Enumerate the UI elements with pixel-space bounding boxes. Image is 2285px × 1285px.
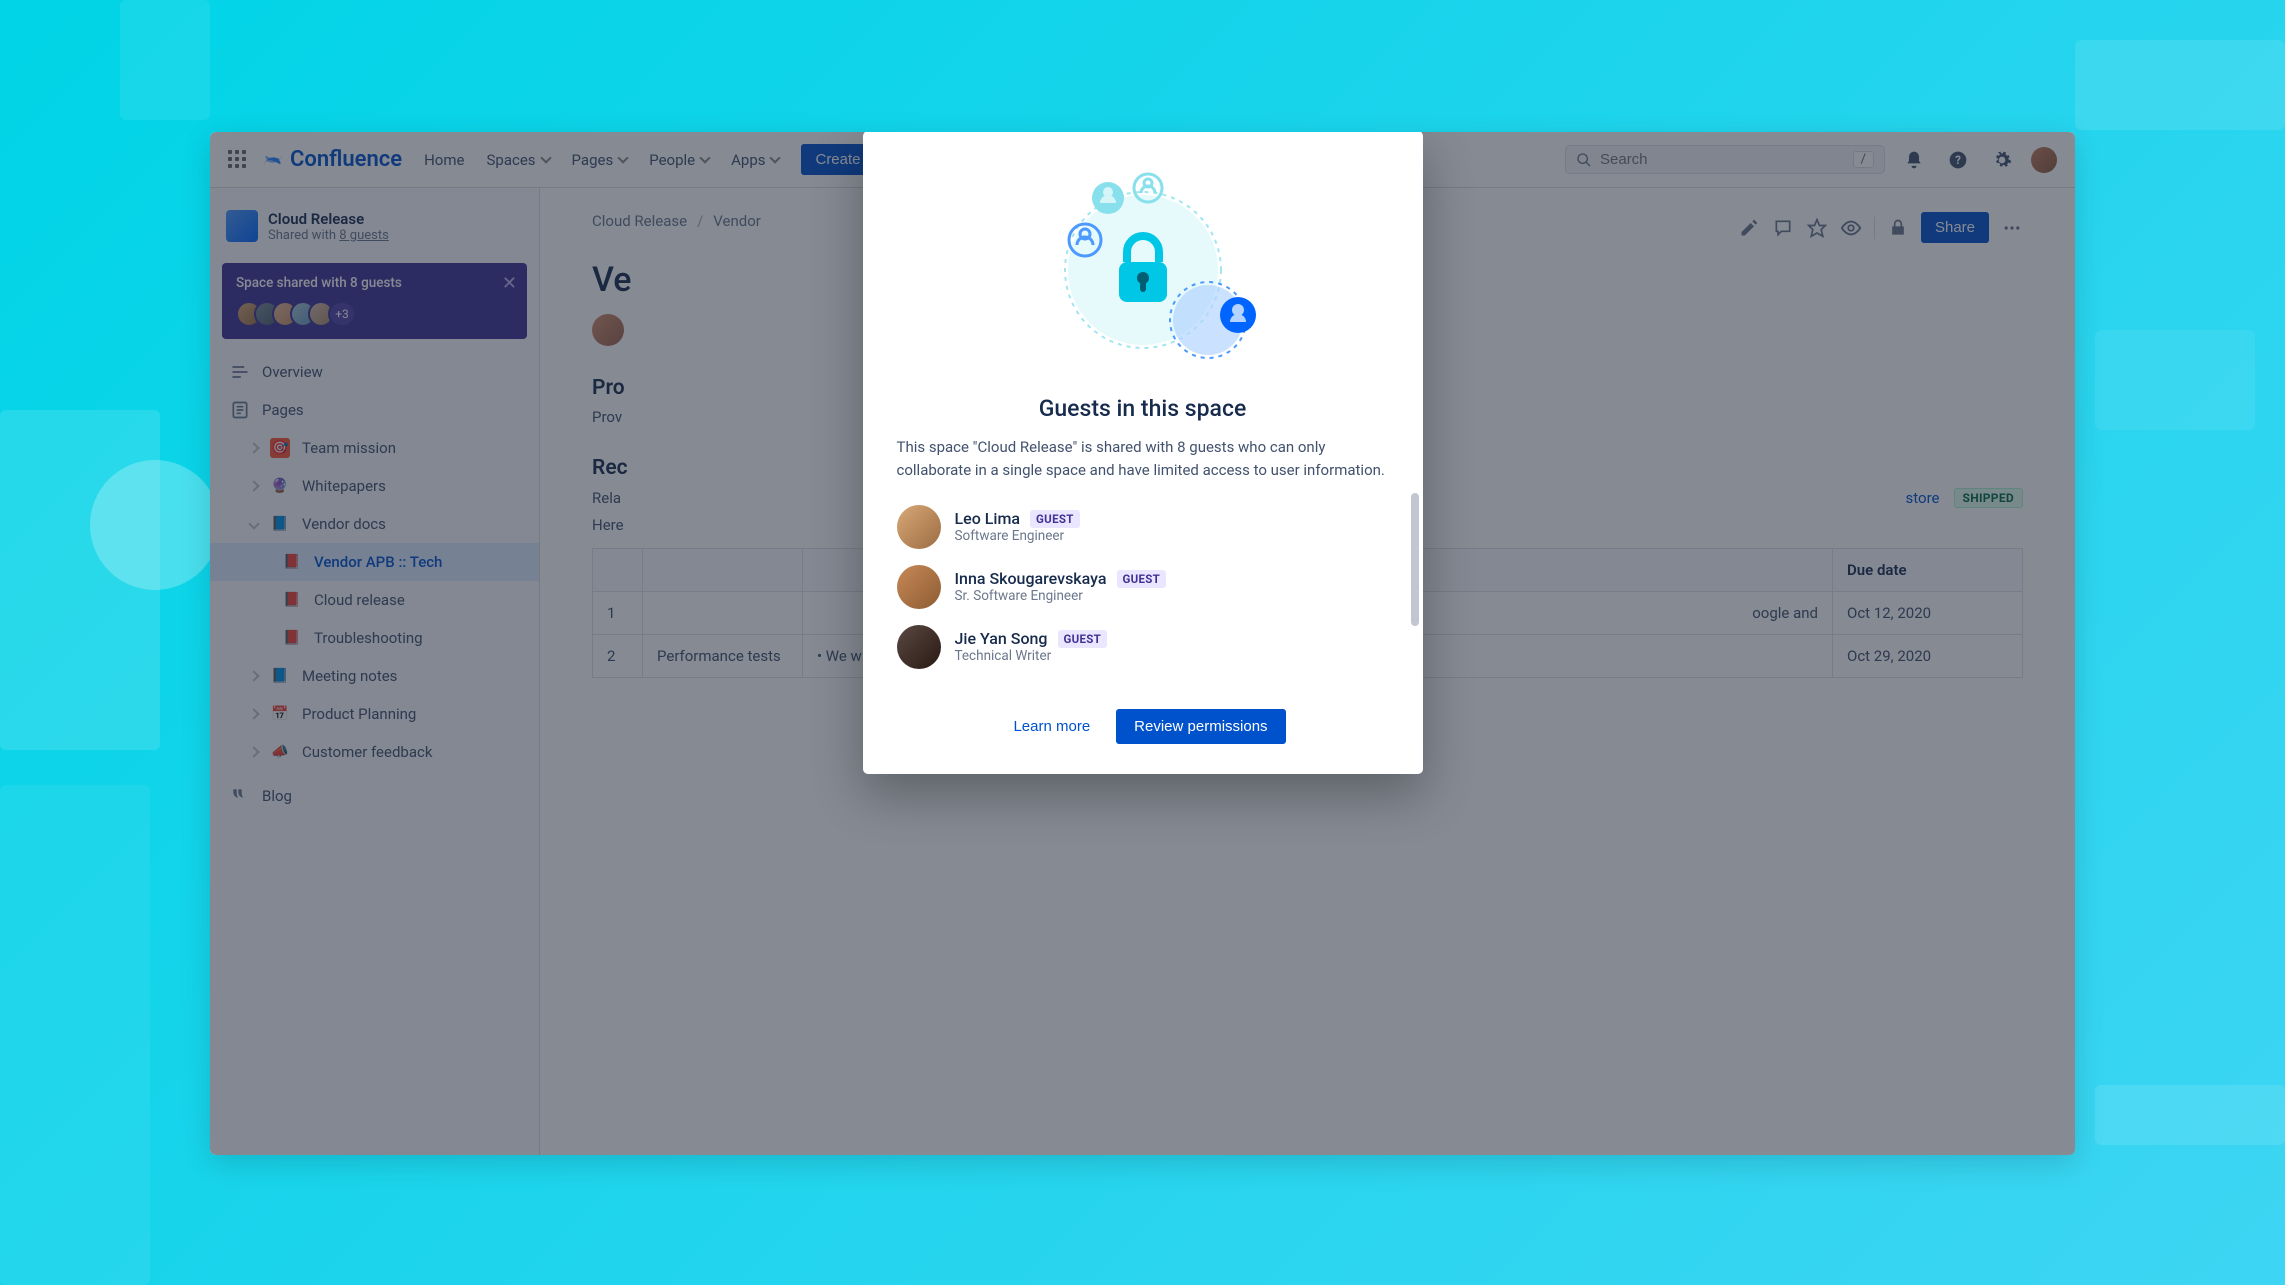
guests-modal: Guests in this space This space "Cloud R…: [863, 132, 1423, 774]
guest-avatar: [897, 565, 941, 609]
guest-name: Inna SkougarevskayaGUEST: [955, 569, 1167, 588]
modal-actions: Learn more Review permissions: [863, 687, 1423, 774]
guest-badge: GUEST: [1030, 510, 1080, 528]
modal-overlay[interactable]: Guests in this space This space "Cloud R…: [210, 132, 2075, 1155]
guest-badge: GUEST: [1058, 630, 1108, 648]
guest-list-scrollbar[interactable]: [1411, 493, 1419, 683]
guest-name: Jie Yan SongGUEST: [955, 629, 1108, 648]
modal-illustration: [863, 132, 1423, 391]
guest-badge: GUEST: [1117, 570, 1167, 588]
modal-description: This space "Cloud Release" is shared wit…: [863, 422, 1423, 493]
guest-avatar: [897, 505, 941, 549]
guest-row: Inna SkougarevskayaGUEST Sr. Software En…: [897, 557, 1389, 617]
guest-name: Leo LimaGUEST: [955, 509, 1080, 528]
review-permissions-button[interactable]: Review permissions: [1116, 709, 1285, 744]
learn-more-button[interactable]: Learn more: [999, 709, 1104, 744]
guest-avatar: [897, 625, 941, 669]
app-window: Confluence Home Spaces Pages People Apps…: [210, 132, 2075, 1155]
guest-role: Software Engineer: [955, 528, 1080, 544]
guest-row: Jie Yan SongGUEST Technical Writer: [897, 617, 1389, 677]
guest-role: Technical Writer: [955, 648, 1108, 664]
modal-title: Guests in this space: [863, 395, 1423, 422]
guest-list: Leo LimaGUEST Software Engineer Inna Sko…: [863, 493, 1423, 687]
guest-row: Leo LimaGUEST Software Engineer: [897, 497, 1389, 557]
guest-role: Sr. Software Engineer: [955, 588, 1167, 604]
